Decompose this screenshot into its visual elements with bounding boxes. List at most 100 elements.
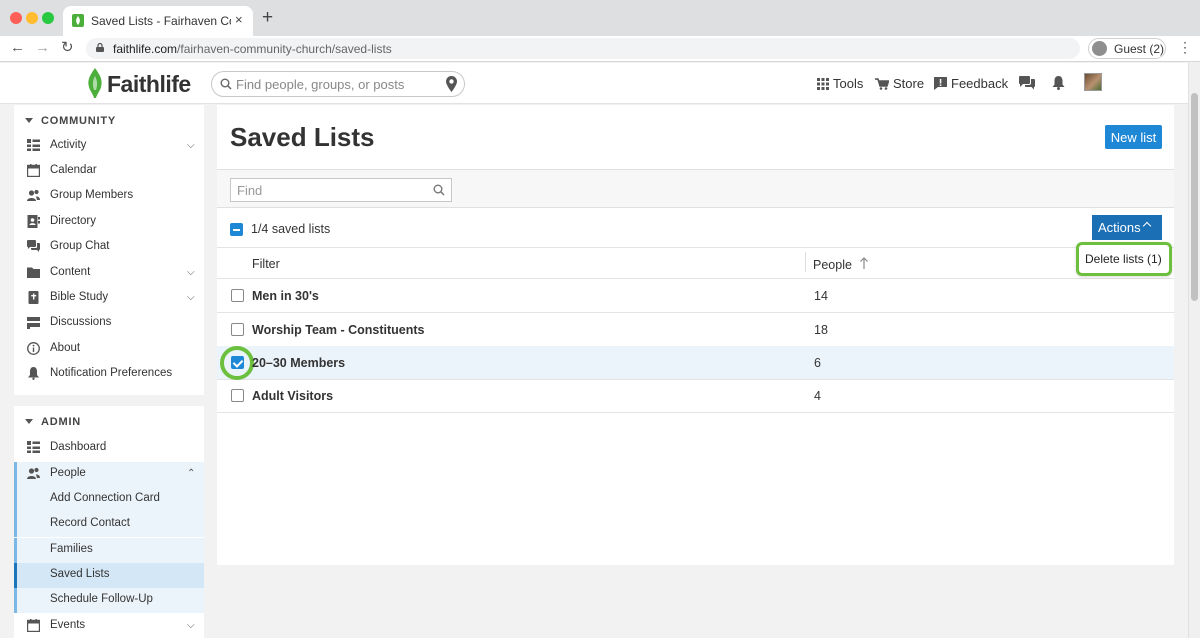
back-arrow-icon[interactable]: ← [10, 39, 25, 57]
column-header-people[interactable]: People [813, 258, 852, 272]
people-count: 4 [814, 389, 821, 403]
forward-arrow-icon[interactable]: → [35, 39, 50, 57]
url-host: faithlife.com [113, 42, 178, 56]
calendar-icon [27, 619, 40, 632]
global-search-input[interactable] [236, 76, 436, 93]
table-row[interactable]: Worship Team - Constituents 18 [217, 313, 1174, 347]
sidebar-item-label: About [50, 342, 81, 354]
close-window-button[interactable] [10, 12, 22, 24]
sidebar-item-label: Bible Study [50, 291, 109, 303]
global-search[interactable] [211, 71, 465, 97]
selection-bar: 1/4 saved lists [217, 208, 1174, 248]
new-list-button[interactable]: New list [1105, 125, 1162, 149]
sidebar-item-schedule-follow-up[interactable]: Schedule Follow-Up [14, 588, 204, 613]
column-header-filter[interactable]: Filter [252, 257, 280, 271]
row-checkbox[interactable] [231, 289, 244, 302]
sidebar-item-notification-preferences[interactable]: Notification Preferences [14, 362, 204, 387]
directory-icon [27, 215, 40, 228]
row-checkbox[interactable] [231, 323, 244, 336]
table-header: Filter People [217, 248, 1174, 279]
page-title: Saved Lists [230, 122, 375, 152]
sidebar-item-people[interactable]: People ⌃ [14, 462, 204, 487]
saved-lists-panel: Saved Lists New list 1/4 saved lists Act… [217, 105, 1174, 565]
sidebar-item-events[interactable]: Events ⌵ [14, 614, 204, 638]
sidebar-item-calendar[interactable]: Calendar [14, 159, 204, 184]
chevron-down-icon[interactable]: ⌵ [187, 267, 195, 278]
sidebar-section-community[interactable]: COMMUNITY [14, 110, 204, 134]
list-name[interactable]: Men in 30's [252, 289, 319, 303]
feedback-link[interactable]: Feedback [934, 76, 1008, 91]
select-all-checkbox[interactable] [230, 223, 243, 236]
faithlife-logo-text[interactable]: Faithlife [107, 71, 191, 98]
new-tab-button[interactable]: + [262, 8, 273, 27]
delete-lists-menu-item[interactable]: Delete lists (1) [1085, 252, 1162, 266]
reload-icon[interactable]: ↻ [61, 39, 74, 57]
store-label: Store [893, 76, 925, 91]
browser-tab[interactable]: Saved Lists - Fairhaven Commu × [63, 6, 253, 36]
find-input[interactable] [230, 178, 452, 202]
minimize-window-button[interactable] [26, 12, 38, 24]
tab-close-icon[interactable]: × [235, 12, 243, 27]
list-name[interactable]: Adult Visitors [252, 389, 333, 403]
user-avatar[interactable] [1084, 73, 1102, 91]
profile-button[interactable]: Guest (2) [1088, 38, 1166, 59]
dashboard-icon [27, 441, 40, 453]
sidebar-item-add-connection-card[interactable]: Add Connection Card [14, 487, 204, 512]
list-name[interactable]: Worship Team - Constituents [252, 323, 424, 337]
list-name[interactable]: 20–30 Members [252, 356, 345, 370]
highlight-ring [220, 346, 254, 380]
table-row[interactable]: Adult Visitors 4 [217, 379, 1174, 413]
sidebar-item-directory[interactable]: Directory [14, 210, 204, 235]
chevron-down-icon[interactable]: ⌵ [187, 140, 195, 151]
sidebar-item-content[interactable]: Content ⌵ [14, 261, 204, 286]
sidebar-item-label: Dashboard [50, 441, 107, 453]
sidebar-item-label: Add Connection Card [50, 492, 160, 504]
caret-up-icon [1142, 221, 1152, 231]
people-count: 6 [814, 356, 821, 370]
sidebar-item-label: Directory [50, 215, 97, 227]
sidebar-section-label: COMMUNITY [41, 115, 117, 127]
url-text: faithlife.com/fairhaven-community-church… [113, 42, 392, 56]
sort-ascending-icon[interactable] [859, 257, 869, 269]
chevron-up-icon[interactable]: ⌃ [187, 468, 195, 479]
sidebar-section-admin[interactable]: ADMIN [14, 411, 204, 435]
sidebar-item-saved-lists[interactable]: Saved Lists [14, 563, 204, 588]
table-row[interactable]: Men in 30's 14 [217, 279, 1174, 313]
sidebar-item-label: Calendar [50, 164, 97, 176]
store-link[interactable]: Store [875, 76, 924, 91]
sidebar-item-about[interactable]: About [14, 337, 204, 362]
column-divider [805, 252, 806, 272]
notifications-bell-icon[interactable] [1052, 76, 1065, 90]
chevron-down-icon[interactable]: ⌵ [187, 620, 195, 631]
location-pin-icon[interactable] [446, 76, 457, 92]
sidebar-item-families[interactable]: Families [14, 538, 204, 563]
url-field[interactable]: faithlife.com/fairhaven-community-church… [86, 38, 1080, 59]
sidebar-section-label: ADMIN [41, 416, 82, 428]
maximize-window-button[interactable] [42, 12, 54, 24]
page-scrollbar-thumb[interactable] [1191, 93, 1198, 301]
tools-link[interactable]: Tools [817, 76, 863, 91]
actions-button[interactable]: Actions [1092, 215, 1162, 240]
chevron-down-icon[interactable]: ⌵ [187, 292, 195, 303]
info-icon [27, 342, 40, 355]
faithlife-logo-icon[interactable] [85, 68, 105, 98]
sidebar-item-group-chat[interactable]: Group Chat [14, 235, 204, 260]
messages-icon[interactable] [1019, 76, 1035, 90]
sidebar-item-bible-study[interactable]: Bible Study ⌵ [14, 286, 204, 311]
sidebar-item-group-members[interactable]: Group Members [14, 184, 204, 209]
sidebar-item-record-contact[interactable]: Record Contact [14, 512, 204, 537]
filter-bar [217, 169, 1174, 208]
browser-menu-icon[interactable]: ⋮ [1178, 40, 1192, 54]
row-checkbox[interactable] [231, 389, 244, 402]
tools-label: Tools [833, 76, 864, 91]
page-scrollbar[interactable] [1188, 63, 1200, 638]
sidebar-item-discussions[interactable]: Discussions [14, 311, 204, 336]
sidebar-item-dashboard[interactable]: Dashboard [14, 436, 204, 461]
sidebar-item-label: Events [50, 619, 86, 631]
browser-tab-bar: Saved Lists - Fairhaven Commu × + [0, 0, 1200, 36]
discussions-icon [27, 317, 40, 329]
table-row[interactable]: 20–30 Members 6 [217, 346, 1174, 380]
sidebar-admin: ADMIN Dashboard People ⌃ Add Connection … [14, 406, 204, 638]
sidebar-item-activity[interactable]: Activity ⌵ [14, 134, 204, 159]
sidebar-item-label: Schedule Follow-Up [50, 593, 153, 605]
